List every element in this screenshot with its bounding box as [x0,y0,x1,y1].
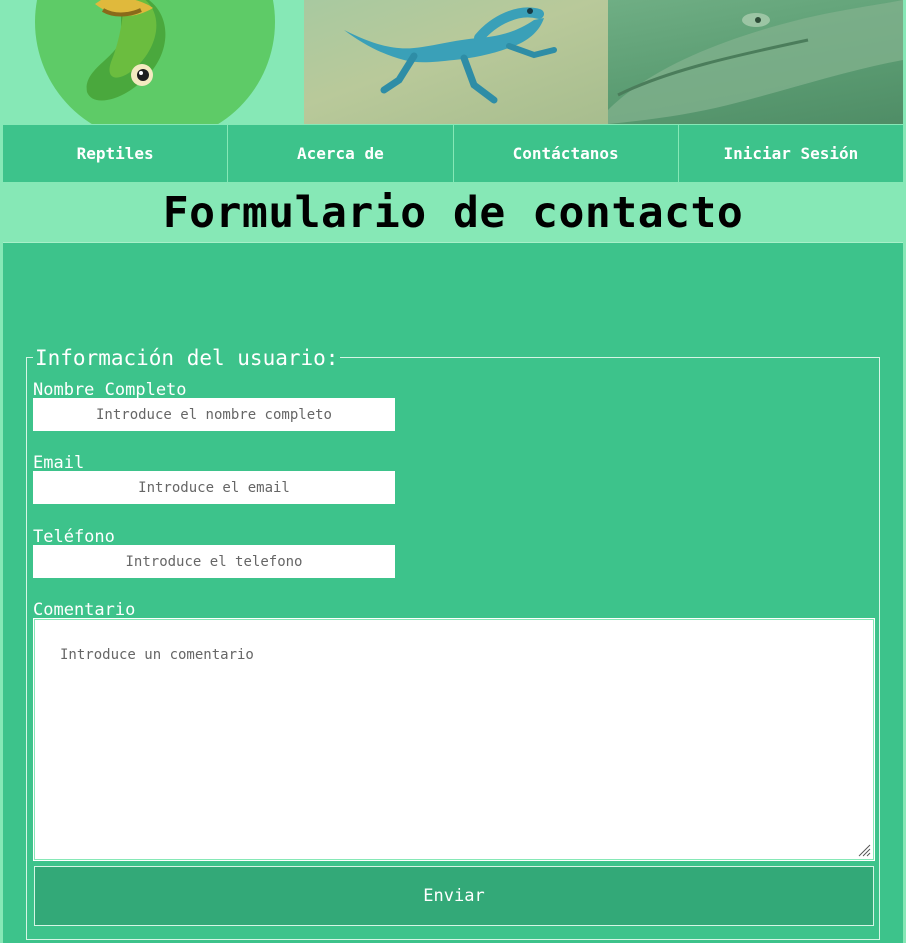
fullname-input[interactable]: Introduce el nombre completo [33,398,395,431]
main-nav: Reptiles Acerca de Contáctanos Iniciar S… [3,124,903,183]
fullname-label: Nombre Completo [33,380,187,400]
logo-image [3,0,304,124]
crocodile-image [608,0,903,124]
nav-item-reptiles[interactable]: Reptiles [3,125,229,182]
email-label: Email [33,453,85,473]
submit-button[interactable]: Enviar [34,866,874,926]
nav-item-contact[interactable]: Contáctanos [454,125,679,182]
comment-textarea[interactable]: Introduce un comentario [33,618,875,861]
email-input[interactable]: Introduce el email [33,471,395,504]
phone-label: Teléfono [33,527,115,547]
nav-item-about[interactable]: Acerca de [228,125,454,182]
lizard-image [304,0,608,124]
title-bar: Formulario de contacto [3,183,903,243]
comment-placeholder: Introduce un comentario [60,647,254,663]
form-legend: Información del usuario: [33,346,341,370]
page: Reptiles Acerca de Contáctanos Iniciar S… [0,0,906,943]
nav-item-login[interactable]: Iniciar Sesión [679,125,903,182]
contact-form: Información del usuario: Nombre Completo… [26,346,880,940]
resize-handle-icon[interactable] [857,843,871,857]
comment-label: Comentario [33,600,136,620]
phone-input[interactable]: Introduce el telefono [33,545,395,578]
header-banner [3,0,903,124]
page-title: Formulario de contacto [162,187,744,238]
